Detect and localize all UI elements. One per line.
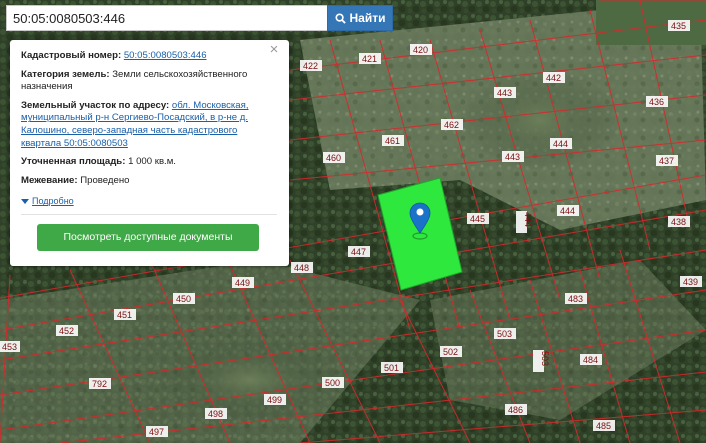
svg-text:438: 438 [671,217,686,227]
svg-text:486: 486 [508,405,523,415]
svg-text:792: 792 [92,379,107,389]
svg-text:462: 462 [444,120,459,130]
details-link[interactable]: Подробно [21,195,74,208]
svg-text:436: 436 [649,97,664,107]
svg-text:449: 449 [235,278,250,288]
svg-text:461: 461 [385,136,400,146]
plot-label[interactable]: 444 [550,138,572,149]
plot-label[interactable]: 500 [322,377,344,388]
plot-label[interactable]: 485 [593,420,615,431]
svg-text:445: 445 [470,214,485,224]
svg-text:422: 422 [303,61,318,71]
plot-label[interactable]: 444 [557,205,579,216]
area-label: Уточненная площадь: [21,156,126,168]
plot-info-panel: × Кадастровый номер: 50:05:0080503:446 К… [10,40,289,266]
search-icon [334,12,346,24]
plot-label[interactable]: 486 [505,404,527,415]
survey-value: Проведено [80,174,130,186]
survey-row: Межевание: Проведено [21,175,277,188]
search-bar: Найти [6,5,395,31]
plot-label[interactable]: 421 [359,53,381,64]
svg-text:497: 497 [149,427,164,437]
plot-label[interactable]: 460 [323,152,345,163]
area-row: Уточненная площадь: 1 000 кв.м. [21,156,277,169]
search-button-label: Найти [349,11,386,25]
survey-label: Межевание: [21,174,78,186]
search-input[interactable] [6,5,327,31]
details-link-label: Подробно [32,196,74,207]
plot-label[interactable]: 443 [494,87,516,98]
svg-text:501: 501 [384,363,399,373]
plot-label[interactable]: 461 [382,135,404,146]
svg-text:453: 453 [2,342,17,352]
cadastral-number-label: Кадастровый номер: [21,50,122,61]
plot-label[interactable]: 451 [114,309,136,320]
svg-text:444: 444 [553,139,568,149]
svg-text:502: 502 [443,347,458,357]
svg-text:443: 443 [505,152,520,162]
svg-text:452: 452 [59,326,74,336]
plot-label[interactable]: 439 [680,276,702,287]
close-icon[interactable]: × [267,42,281,57]
svg-text:437: 437 [659,156,674,166]
svg-text:442: 442 [546,73,561,83]
plot-label[interactable]: 462 [441,119,463,130]
svg-text:447: 447 [351,247,366,257]
plot-label[interactable]: 499 [264,394,286,405]
address-label: Земельный участок по адресу: [21,99,170,111]
plot-label[interactable]: 435 [668,20,690,31]
svg-text:439: 439 [683,277,698,287]
plot-label[interactable]: 792 [89,378,111,389]
svg-text:499: 499 [267,395,282,405]
plot-label[interactable]: 498 [205,408,227,419]
svg-text:444: 444 [523,212,533,227]
area-value: 1 000 кв.м. [128,156,176,168]
panel-divider [21,213,277,215]
svg-text:443: 443 [497,88,512,98]
plot-label[interactable]: 422 [300,60,322,71]
plot-label[interactable]: 450 [173,293,195,304]
view-documents-button[interactable]: Посмотреть доступные документы [37,223,259,251]
plot-label[interactable]: 445 [467,213,489,224]
plot-label[interactable]: 502 [440,346,462,357]
svg-text:444: 444 [560,206,575,216]
plot-label[interactable]: 501 [381,362,403,373]
plot-label[interactable]: 483 [565,293,587,304]
search-button[interactable]: Найти [327,5,393,31]
plot-label[interactable]: 447 [348,246,370,257]
plot-label[interactable]: 503 [494,328,516,339]
plot-label[interactable]: 484 [580,354,602,365]
land-category-label: Категория земель: [21,68,110,80]
caret-down-icon [21,199,29,205]
svg-text:421: 421 [362,54,377,64]
svg-text:448: 448 [294,263,309,273]
cadastral-number-row: Кадастровый номер: 50:05:0080503:446 [21,50,277,63]
svg-text:450: 450 [176,294,191,304]
svg-text:498: 498 [208,409,223,419]
svg-text:451: 451 [117,310,132,320]
plot-label[interactable]: 437 [656,155,678,166]
svg-text:485: 485 [596,421,611,431]
svg-text:420: 420 [413,45,428,55]
plot-label[interactable]: 438 [668,216,690,227]
plot-label[interactable]: 420 [410,44,432,55]
cadastral-number-link[interactable]: 50:05:0080503:446 [124,50,207,61]
land-category-row: Категория земель: Земли сельскохозяйстве… [21,69,277,94]
svg-text:435: 435 [671,21,686,31]
plot-label[interactable]: 452 [56,325,78,336]
plot-label[interactable]: 448 [291,262,313,273]
address-row: Земельный участок по адресу: обл. Москов… [21,100,277,150]
svg-text:503: 503 [497,329,512,339]
plot-label[interactable]: 436 [646,96,668,107]
plot-label[interactable]: 453 [0,341,20,352]
plot-label[interactable]: 443 [502,151,524,162]
svg-text:503: 503 [540,351,550,366]
svg-text:500: 500 [325,378,340,388]
svg-text:484: 484 [583,355,598,365]
svg-text:460: 460 [326,153,341,163]
plot-label[interactable]: 497 [146,426,168,437]
plot-label[interactable]: 449 [232,277,254,288]
plot-label[interactable]: 442 [543,72,565,83]
svg-text:483: 483 [568,294,583,304]
